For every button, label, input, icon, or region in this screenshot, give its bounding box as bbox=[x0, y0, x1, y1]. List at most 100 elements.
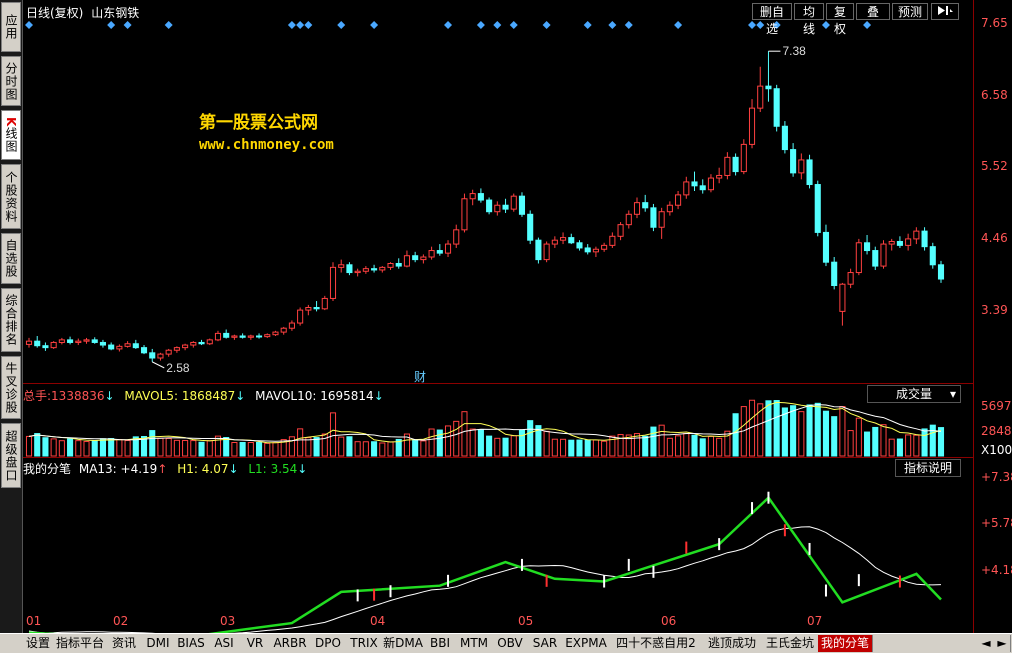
candle-body bbox=[732, 156, 739, 173]
l1-label: L1: bbox=[248, 462, 267, 476]
bottom-tab-10[interactable]: 新DMA bbox=[382, 635, 425, 652]
volume-bar bbox=[50, 438, 57, 457]
candle-body bbox=[666, 204, 673, 213]
bottom-tab-13[interactable]: OBV bbox=[492, 635, 529, 652]
bottom-tab-6[interactable]: VR bbox=[240, 635, 271, 652]
event-diamond-icon[interactable] bbox=[107, 21, 116, 29]
down-arrow-icon: ↓ bbox=[297, 462, 308, 476]
left-tab-5[interactable]: 综合排名 bbox=[1, 288, 21, 352]
bottom-tab-17[interactable]: 逃顶成功 bbox=[702, 635, 763, 652]
toolbar-button-3[interactable]: 叠 bbox=[856, 3, 890, 20]
kline-chart[interactable]: 7.38 2.58 bbox=[23, 0, 973, 633]
candle-body bbox=[650, 207, 657, 228]
event-diamond-icon[interactable] bbox=[756, 21, 765, 29]
bottom-tab-2[interactable]: 资讯 bbox=[106, 635, 143, 652]
event-diamond-icon[interactable] bbox=[493, 21, 502, 29]
toolbar-button-2[interactable]: 复权 bbox=[826, 3, 854, 36]
h1-value: 4.07 bbox=[201, 462, 229, 476]
candle-body bbox=[937, 264, 945, 280]
event-diamond-icon[interactable] bbox=[370, 21, 379, 29]
event-diamond-icon[interactable] bbox=[337, 21, 346, 29]
toolbar-button-4[interactable]: 预测 bbox=[892, 3, 928, 20]
left-tab-6[interactable]: 牛叉诊股 bbox=[1, 356, 21, 419]
left-tab-3[interactable]: 个股资料 bbox=[1, 164, 21, 229]
toolbar-button-0[interactable]: 删自选 bbox=[752, 3, 792, 36]
candle-body bbox=[740, 143, 747, 173]
candle-body bbox=[560, 237, 567, 241]
l1-value: 3.54 bbox=[270, 462, 298, 476]
bottom-tab-1[interactable]: 指标平台 bbox=[54, 635, 107, 652]
candle-body bbox=[568, 237, 575, 244]
bottom-tab-12[interactable]: MTM bbox=[456, 635, 493, 652]
bottom-tab-15[interactable]: EXPMA bbox=[562, 635, 611, 652]
bottom-tab-19[interactable]: 我的分笔 bbox=[818, 635, 873, 652]
bottom-tab-9[interactable]: TRIX bbox=[346, 635, 383, 652]
event-diamond-icon[interactable] bbox=[863, 21, 872, 29]
left-tab-4[interactable]: 自选股 bbox=[1, 233, 21, 284]
volume-bar bbox=[707, 435, 714, 457]
candle-body bbox=[198, 341, 205, 345]
ma13-label: MA13: bbox=[78, 462, 117, 476]
event-diamond-icon[interactable] bbox=[304, 21, 313, 29]
indicator-tick-label: +7.38 bbox=[981, 470, 1012, 484]
bottom-tab-7[interactable]: ARBR bbox=[270, 635, 311, 652]
left-tab-0[interactable]: 应用 bbox=[1, 2, 21, 52]
bottom-tab-16[interactable]: 四十不惑自用2 bbox=[610, 635, 703, 652]
toolbar-button-1[interactable]: 均线 bbox=[794, 3, 824, 36]
volume-bar bbox=[929, 424, 936, 457]
left-tab-2[interactable]: K 线图 bbox=[1, 110, 21, 160]
volume-bar bbox=[814, 402, 821, 457]
bottom-tab-18[interactable]: 王氏金坑 bbox=[762, 635, 819, 652]
bottom-tab-14[interactable]: SAR bbox=[528, 635, 563, 652]
candle-body bbox=[67, 339, 74, 343]
event-diamond-icon[interactable] bbox=[624, 21, 633, 29]
volume-bar bbox=[288, 436, 295, 457]
event-diamond-icon[interactable] bbox=[674, 21, 683, 29]
event-diamond-icon[interactable] bbox=[164, 21, 173, 29]
up-arrow-icon: ↑ bbox=[157, 462, 168, 476]
event-diamond-icon[interactable] bbox=[821, 21, 830, 29]
price-tick-label: 5.52 bbox=[981, 159, 1008, 173]
event-diamond-icon[interactable] bbox=[583, 21, 592, 29]
bottom-tab-3[interactable]: DMI bbox=[142, 635, 175, 652]
event-diamond-icon[interactable] bbox=[287, 21, 296, 29]
chart-area[interactable]: 日线(复权) 山东钢铁 7.65 6.58 5.52 4.46 3.39 第一股票公式网… bbox=[23, 0, 1012, 633]
candle-body bbox=[297, 309, 304, 324]
indicator-separator bbox=[23, 457, 973, 458]
bottom-tab-4[interactable]: BIAS bbox=[174, 635, 209, 652]
event-diamond-icon[interactable] bbox=[542, 21, 551, 29]
scroll-right-icon[interactable]: ► bbox=[994, 635, 1011, 652]
event-diamond-icon[interactable] bbox=[444, 21, 453, 29]
candle-body bbox=[905, 238, 912, 246]
indicator-name: 我的分笔 bbox=[23, 462, 72, 476]
indicator-help-button[interactable]: 指标说明 bbox=[895, 459, 961, 477]
volume-bar bbox=[297, 428, 304, 457]
zigzag-line bbox=[28, 495, 942, 633]
volume-bar bbox=[420, 440, 427, 457]
left-tab-7[interactable]: 超级盘口 bbox=[1, 423, 21, 488]
scroll-left-icon[interactable]: ◄ bbox=[978, 635, 995, 652]
left-tab-1[interactable]: 分时图 bbox=[1, 56, 21, 106]
volume-panel-button[interactable]: 成交量 ▾ bbox=[867, 385, 961, 403]
date-tick-label: 03 bbox=[220, 614, 236, 628]
min-price-pointer bbox=[152, 361, 165, 369]
event-diamond-icon[interactable] bbox=[25, 21, 33, 29]
candle-body bbox=[272, 331, 279, 336]
down-arrow-icon: ↓ bbox=[235, 389, 246, 403]
event-diamond-icon[interactable] bbox=[476, 21, 485, 29]
bottom-tab-0[interactable]: 设置 bbox=[22, 635, 55, 652]
event-diamond-icon[interactable] bbox=[608, 21, 617, 29]
event-diamond-icon[interactable] bbox=[509, 21, 518, 29]
bottom-tab-11[interactable]: BBI bbox=[424, 635, 457, 652]
volume-bar bbox=[346, 436, 353, 457]
bottom-tab-5[interactable]: ASI bbox=[208, 635, 241, 652]
volume-bar bbox=[157, 437, 164, 457]
event-diamond-icon[interactable] bbox=[748, 21, 757, 29]
event-diamond-icon[interactable] bbox=[123, 21, 132, 29]
candle-body bbox=[42, 345, 49, 349]
candle-body bbox=[453, 229, 460, 245]
candle-body bbox=[346, 264, 353, 274]
indicator-tick-label: +5.78 bbox=[981, 516, 1012, 530]
bottom-tab-8[interactable]: DPO bbox=[310, 635, 347, 652]
event-diamond-icon[interactable] bbox=[296, 21, 305, 29]
